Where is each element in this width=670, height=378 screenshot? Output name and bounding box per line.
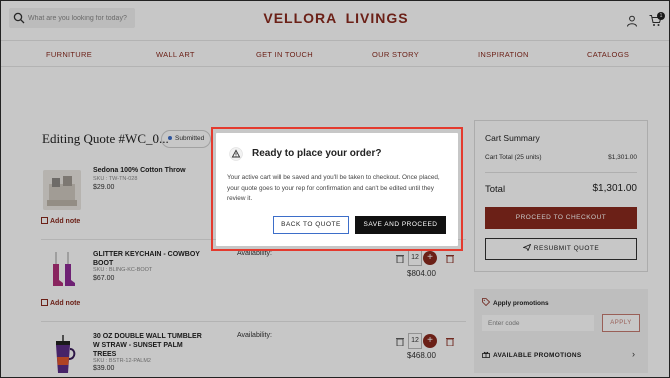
save-and-proceed-button[interactable]: SAVE AND PROCEED xyxy=(355,216,446,234)
dialog-message: Your active cart will be saved and you'l… xyxy=(227,174,440,202)
back-to-quote-button[interactable]: BACK TO QUOTE xyxy=(273,216,349,234)
dialog-title: Ready to place your order? xyxy=(252,148,382,159)
warning-icon xyxy=(229,147,243,161)
confirm-order-dialog: Ready to place your order? Your active c… xyxy=(216,133,458,246)
page: VELLORA LIVINGS 1 FURNITURE WALL ART GET… xyxy=(0,0,670,378)
